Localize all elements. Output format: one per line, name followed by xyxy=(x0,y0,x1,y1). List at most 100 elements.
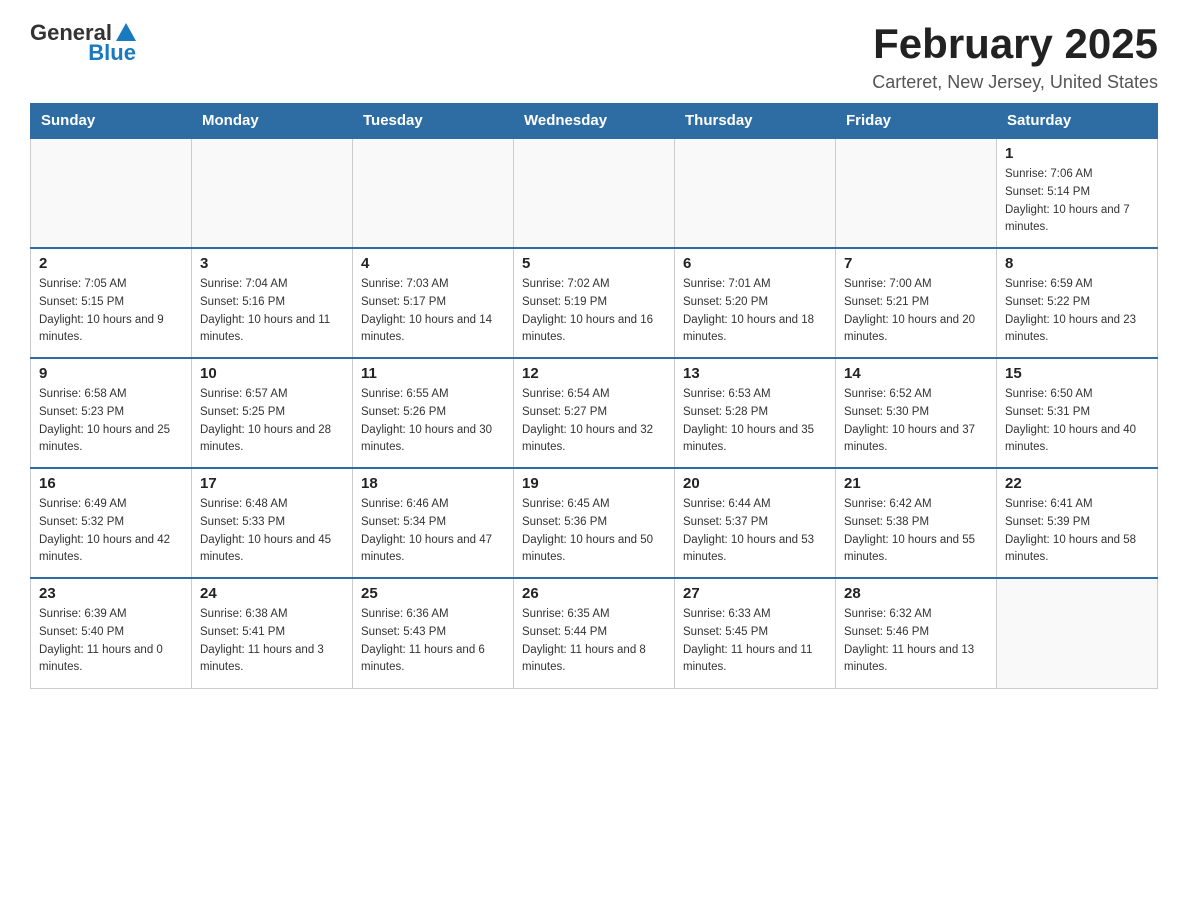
day-number: 20 xyxy=(683,475,827,492)
day-number: 8 xyxy=(1005,255,1149,272)
calendar-cell: 24 Sunrise: 6:38 AM Sunset: 5:41 PM Dayli… xyxy=(192,578,353,688)
calendar-cell: 17 Sunrise: 6:48 AM Sunset: 5:33 PM Dayli… xyxy=(192,468,353,578)
day-number: 3 xyxy=(200,255,344,272)
logo-triangle-icon xyxy=(116,23,136,41)
calendar-cell: 20 Sunrise: 6:44 AM Sunset: 5:37 PM Dayli… xyxy=(675,468,836,578)
day-number: 5 xyxy=(522,255,666,272)
day-number: 2 xyxy=(39,255,183,272)
day-number: 17 xyxy=(200,475,344,492)
logo-blue-text: Blue xyxy=(88,40,136,66)
day-info: Sunrise: 6:44 AM Sunset: 5:37 PM Dayligh… xyxy=(683,496,827,567)
day-number: 4 xyxy=(361,255,505,272)
day-info: Sunrise: 6:32 AM Sunset: 5:46 PM Dayligh… xyxy=(844,606,988,677)
day-info: Sunrise: 6:39 AM Sunset: 5:40 PM Dayligh… xyxy=(39,606,183,677)
calendar-cell: 13Sunrise: 6:53 AM Sunset: 5:28 PM Dayli… xyxy=(675,358,836,468)
calendar-cell: 18 Sunrise: 6:46 AM Sunset: 5:34 PM Dayli… xyxy=(353,468,514,578)
day-info: Sunrise: 6:42 AM Sunset: 5:38 PM Dayligh… xyxy=(844,496,988,567)
day-number: 28 xyxy=(844,585,988,602)
day-header-wednesday: Wednesday xyxy=(514,104,675,139)
calendar-subtitle: Carteret, New Jersey, United States xyxy=(872,72,1158,93)
calendar-cell: 1Sunrise: 7:06 AM Sunset: 5:14 PM Daylig… xyxy=(997,138,1158,248)
day-info: Sunrise: 6:52 AM Sunset: 5:30 PM Dayligh… xyxy=(844,386,988,457)
calendar-cell xyxy=(836,138,997,248)
calendar-cell: 7 Sunrise: 7:00 AM Sunset: 5:21 PM Daylig… xyxy=(836,248,997,358)
calendar-cell: 11Sunrise: 6:55 AM Sunset: 5:26 PM Dayli… xyxy=(353,358,514,468)
day-info: Sunrise: 6:48 AM Sunset: 5:33 PM Dayligh… xyxy=(200,496,344,567)
calendar-cell: 5 Sunrise: 7:02 AM Sunset: 5:19 PM Daylig… xyxy=(514,248,675,358)
calendar-cell: 6Sunrise: 7:01 AM Sunset: 5:20 PM Daylig… xyxy=(675,248,836,358)
day-header-friday: Friday xyxy=(836,104,997,139)
calendar-cell: 16 Sunrise: 6:49 AM Sunset: 5:32 PM Dayli… xyxy=(31,468,192,578)
day-number: 15 xyxy=(1005,365,1149,382)
day-info: Sunrise: 6:33 AM Sunset: 5:45 PM Dayligh… xyxy=(683,606,827,677)
logo: General Blue xyxy=(30,20,136,66)
calendar-cell: 10 Sunrise: 6:57 AM Sunset: 5:25 PM Dayli… xyxy=(192,358,353,468)
day-info: Sunrise: 7:02 AM Sunset: 5:19 PM Dayligh… xyxy=(522,276,666,347)
day-number: 22 xyxy=(1005,475,1149,492)
page-header: General Blue February 2025 Carteret, New… xyxy=(30,20,1158,93)
day-header-tuesday: Tuesday xyxy=(353,104,514,139)
calendar-table: SundayMondayTuesdayWednesdayThursdayFrid… xyxy=(30,103,1158,689)
calendar-cell: 3 Sunrise: 7:04 AM Sunset: 5:16 PM Daylig… xyxy=(192,248,353,358)
day-number: 11 xyxy=(361,365,505,382)
day-info: Sunrise: 7:05 AM Sunset: 5:15 PM Dayligh… xyxy=(39,276,183,347)
calendar-cell: 19Sunrise: 6:45 AM Sunset: 5:36 PM Dayli… xyxy=(514,468,675,578)
day-number: 24 xyxy=(200,585,344,602)
day-info: Sunrise: 6:58 AM Sunset: 5:23 PM Dayligh… xyxy=(39,386,183,457)
title-section: February 2025 Carteret, New Jersey, Unit… xyxy=(872,20,1158,93)
calendar-cell: 4 Sunrise: 7:03 AM Sunset: 5:17 PM Daylig… xyxy=(353,248,514,358)
day-info: Sunrise: 7:00 AM Sunset: 5:21 PM Dayligh… xyxy=(844,276,988,347)
calendar-cell: 9 Sunrise: 6:58 AM Sunset: 5:23 PM Daylig… xyxy=(31,358,192,468)
calendar-cell: 15 Sunrise: 6:50 AM Sunset: 5:31 PM Dayli… xyxy=(997,358,1158,468)
day-number: 23 xyxy=(39,585,183,602)
calendar-cell: 21 Sunrise: 6:42 AM Sunset: 5:38 PM Dayli… xyxy=(836,468,997,578)
calendar-cell xyxy=(997,578,1158,688)
week-row-5: 23 Sunrise: 6:39 AM Sunset: 5:40 PM Dayli… xyxy=(31,578,1158,688)
day-number: 25 xyxy=(361,585,505,602)
day-header-sunday: Sunday xyxy=(31,104,192,139)
day-number: 10 xyxy=(200,365,344,382)
day-number: 7 xyxy=(844,255,988,272)
day-header-monday: Monday xyxy=(192,104,353,139)
calendar-cell: 28 Sunrise: 6:32 AM Sunset: 5:46 PM Dayli… xyxy=(836,578,997,688)
calendar-cell xyxy=(192,138,353,248)
calendar-cell: 26Sunrise: 6:35 AM Sunset: 5:44 PM Dayli… xyxy=(514,578,675,688)
day-header-thursday: Thursday xyxy=(675,104,836,139)
day-info: Sunrise: 6:46 AM Sunset: 5:34 PM Dayligh… xyxy=(361,496,505,567)
day-info: Sunrise: 7:04 AM Sunset: 5:16 PM Dayligh… xyxy=(200,276,344,347)
day-info: Sunrise: 6:59 AM Sunset: 5:22 PM Dayligh… xyxy=(1005,276,1149,347)
day-number: 27 xyxy=(683,585,827,602)
day-number: 19 xyxy=(522,475,666,492)
day-number: 16 xyxy=(39,475,183,492)
calendar-cell: 12Sunrise: 6:54 AM Sunset: 5:27 PM Dayli… xyxy=(514,358,675,468)
day-info: Sunrise: 6:50 AM Sunset: 5:31 PM Dayligh… xyxy=(1005,386,1149,457)
day-number: 26 xyxy=(522,585,666,602)
day-header-saturday: Saturday xyxy=(997,104,1158,139)
day-info: Sunrise: 7:03 AM Sunset: 5:17 PM Dayligh… xyxy=(361,276,505,347)
day-info: Sunrise: 7:01 AM Sunset: 5:20 PM Dayligh… xyxy=(683,276,827,347)
calendar-title: February 2025 xyxy=(872,20,1158,68)
calendar-header-row: SundayMondayTuesdayWednesdayThursdayFrid… xyxy=(31,104,1158,139)
week-row-1: 1Sunrise: 7:06 AM Sunset: 5:14 PM Daylig… xyxy=(31,138,1158,248)
calendar-cell: 27 Sunrise: 6:33 AM Sunset: 5:45 PM Dayli… xyxy=(675,578,836,688)
week-row-3: 9 Sunrise: 6:58 AM Sunset: 5:23 PM Daylig… xyxy=(31,358,1158,468)
calendar-cell: 2 Sunrise: 7:05 AM Sunset: 5:15 PM Daylig… xyxy=(31,248,192,358)
day-info: Sunrise: 6:49 AM Sunset: 5:32 PM Dayligh… xyxy=(39,496,183,567)
week-row-4: 16 Sunrise: 6:49 AM Sunset: 5:32 PM Dayli… xyxy=(31,468,1158,578)
calendar-cell: 23 Sunrise: 6:39 AM Sunset: 5:40 PM Dayli… xyxy=(31,578,192,688)
day-number: 21 xyxy=(844,475,988,492)
calendar-cell: 22Sunrise: 6:41 AM Sunset: 5:39 PM Dayli… xyxy=(997,468,1158,578)
calendar-cell: 25 Sunrise: 6:36 AM Sunset: 5:43 PM Dayli… xyxy=(353,578,514,688)
day-info: Sunrise: 6:57 AM Sunset: 5:25 PM Dayligh… xyxy=(200,386,344,457)
day-info: Sunrise: 6:38 AM Sunset: 5:41 PM Dayligh… xyxy=(200,606,344,677)
week-row-2: 2 Sunrise: 7:05 AM Sunset: 5:15 PM Daylig… xyxy=(31,248,1158,358)
calendar-cell xyxy=(31,138,192,248)
calendar-cell: 8 Sunrise: 6:59 AM Sunset: 5:22 PM Daylig… xyxy=(997,248,1158,358)
day-number: 18 xyxy=(361,475,505,492)
day-number: 9 xyxy=(39,365,183,382)
calendar-cell xyxy=(514,138,675,248)
day-number: 14 xyxy=(844,365,988,382)
day-number: 13 xyxy=(683,365,827,382)
day-info: Sunrise: 6:36 AM Sunset: 5:43 PM Dayligh… xyxy=(361,606,505,677)
day-info: Sunrise: 6:54 AM Sunset: 5:27 PM Dayligh… xyxy=(522,386,666,457)
